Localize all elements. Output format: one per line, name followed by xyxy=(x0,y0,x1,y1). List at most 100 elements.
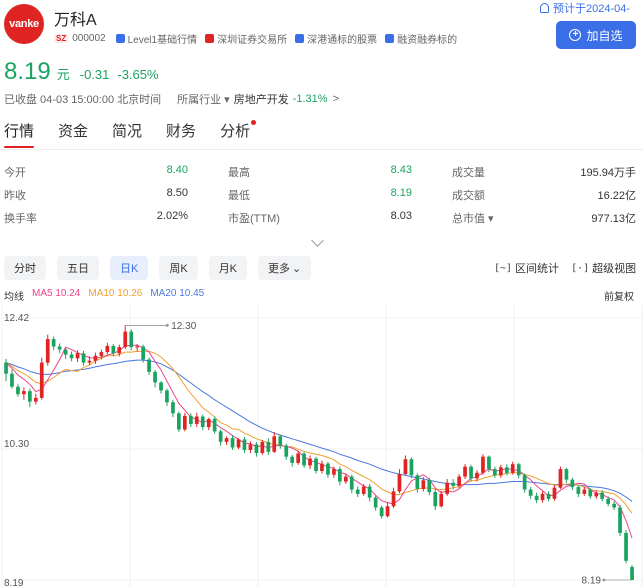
tab-profile[interactable]: 简况 xyxy=(112,120,142,141)
tab-analysis[interactable]: 分析 xyxy=(220,120,257,141)
add-watchlist-button[interactable]: + 加自选 xyxy=(556,21,636,49)
market-status: 已收盘 04-03 15:00:00 北京时间 xyxy=(4,94,162,106)
stat-value-turnover-rate: 2.02% xyxy=(156,210,188,222)
tag-level1[interactable]: Level1基础行情 xyxy=(115,31,197,46)
candle-body xyxy=(457,476,461,486)
candle-body xyxy=(385,506,390,517)
stat-label-prev-close: 昨收 xyxy=(4,190,26,202)
candle-body xyxy=(165,390,169,403)
candle-body xyxy=(153,371,157,383)
ma20-legend: MA20 10.45 xyxy=(150,288,205,299)
candle-body xyxy=(379,507,384,517)
candle-body xyxy=(63,349,68,355)
candle-body xyxy=(606,498,610,504)
candle-body xyxy=(427,480,432,493)
candle-body xyxy=(546,493,551,499)
tab-financials[interactable]: 财务 xyxy=(166,120,196,141)
candle-body xyxy=(242,439,247,450)
candle-body xyxy=(576,487,581,494)
candle-body xyxy=(397,474,402,492)
candle-body xyxy=(34,397,38,402)
stat-value-high: 8.43 xyxy=(390,164,412,176)
candle-body xyxy=(284,445,289,457)
ma10-legend: MA10 10.26 xyxy=(88,288,143,299)
tag-szse[interactable]: 深圳证券交易所 xyxy=(205,31,287,46)
industry-link[interactable]: 所属行业 ▾ 房地产开发 -1.31% > xyxy=(177,91,339,107)
kline-chart[interactable]: 12.42 10.30 8.19 12.30 8.19 xyxy=(0,306,643,587)
tab-quote[interactable]: 行情 xyxy=(4,120,35,148)
candle-body xyxy=(212,419,217,432)
candle-body xyxy=(355,489,360,494)
range-stats-button[interactable]: [~] 区间统计 xyxy=(494,260,559,276)
period-daily-k-button[interactable]: 日K xyxy=(110,256,149,280)
stat-label-market-cap[interactable]: 总市值 ▾ xyxy=(452,210,494,226)
y-axis-mid-label: 10.30 xyxy=(4,439,29,450)
candle-body xyxy=(206,419,211,428)
candle-body xyxy=(260,441,265,453)
candle-body xyxy=(159,382,163,391)
tag-margin[interactable]: 融资融券标的 xyxy=(385,31,457,46)
candle-body xyxy=(493,469,497,476)
period-monthly-k-button[interactable]: 月K xyxy=(208,256,248,280)
candle-body xyxy=(338,469,342,482)
tab-funds[interactable]: 资金 xyxy=(58,120,88,141)
period-more-button[interactable]: 更多 ⌄ xyxy=(258,256,312,280)
candle-body xyxy=(433,492,438,507)
candle-body xyxy=(105,345,110,353)
chevron-down-icon: ⌄ xyxy=(292,262,302,275)
stat-label-high: 最高 xyxy=(228,167,250,179)
ma-label: 均线 xyxy=(4,292,24,303)
tag-connect[interactable]: 深港通标的股票 xyxy=(295,31,377,46)
price-unit: 元 xyxy=(56,67,70,82)
high-marker-dot xyxy=(165,323,169,327)
candle-body xyxy=(22,391,26,395)
candle-body xyxy=(93,355,98,361)
candle-body xyxy=(224,438,229,442)
candle-body xyxy=(171,402,175,414)
candle-body xyxy=(183,415,187,430)
candle-body xyxy=(475,472,479,479)
candle-body xyxy=(314,458,318,471)
chevron-down-icon[interactable] xyxy=(311,234,324,247)
candle-body xyxy=(451,482,455,486)
last-price: 8.19 xyxy=(4,58,51,85)
candle-body xyxy=(45,339,50,363)
candle-body xyxy=(505,467,509,473)
range-icon: [~] xyxy=(494,262,513,274)
candle-body xyxy=(308,458,312,466)
high-marker-label: 12.30 xyxy=(171,321,196,332)
candle-body xyxy=(558,469,563,488)
adjust-mode[interactable]: 前复权 xyxy=(604,288,634,303)
ma-legend: 均线 MA5 10.24 MA10 10.26 MA20 10.45 xyxy=(4,288,212,303)
candle-body xyxy=(326,463,330,475)
candle-body xyxy=(403,459,408,475)
candle-body xyxy=(16,386,20,395)
candle-body xyxy=(332,469,336,475)
forecast-notice[interactable]: 预计于2024-04- xyxy=(540,0,630,16)
candle-body xyxy=(463,466,467,477)
candle-body xyxy=(624,532,628,561)
candle-body xyxy=(588,489,593,497)
candle-body xyxy=(28,391,32,402)
candle-body xyxy=(39,362,44,398)
candle-body xyxy=(510,464,515,473)
stat-value-pe-ttm: 8.03 xyxy=(390,210,412,222)
candle-body xyxy=(344,476,348,482)
price-change-pct: -3.65% xyxy=(117,67,159,82)
candle-body xyxy=(439,493,444,507)
stat-value-prev-close: 8.50 xyxy=(166,187,188,199)
candle-body xyxy=(421,480,426,489)
candle-body xyxy=(373,497,378,508)
candle-body xyxy=(218,431,223,442)
candle-body xyxy=(272,436,277,452)
period-weekly-k-button[interactable]: 周K xyxy=(159,256,198,280)
period-five-day-button[interactable]: 五日 xyxy=(57,256,99,280)
super-view-button[interactable]: [·] 超级视图 xyxy=(571,260,636,276)
stat-value-open: 8.40 xyxy=(166,164,188,176)
period-intraday-button[interactable]: 分时 xyxy=(4,256,46,280)
candle-body xyxy=(266,441,271,452)
candle-body xyxy=(618,507,622,533)
chevron-right-icon: > xyxy=(332,93,339,105)
candle-body xyxy=(123,331,128,348)
low-marker-label: 8.19 xyxy=(582,576,602,587)
